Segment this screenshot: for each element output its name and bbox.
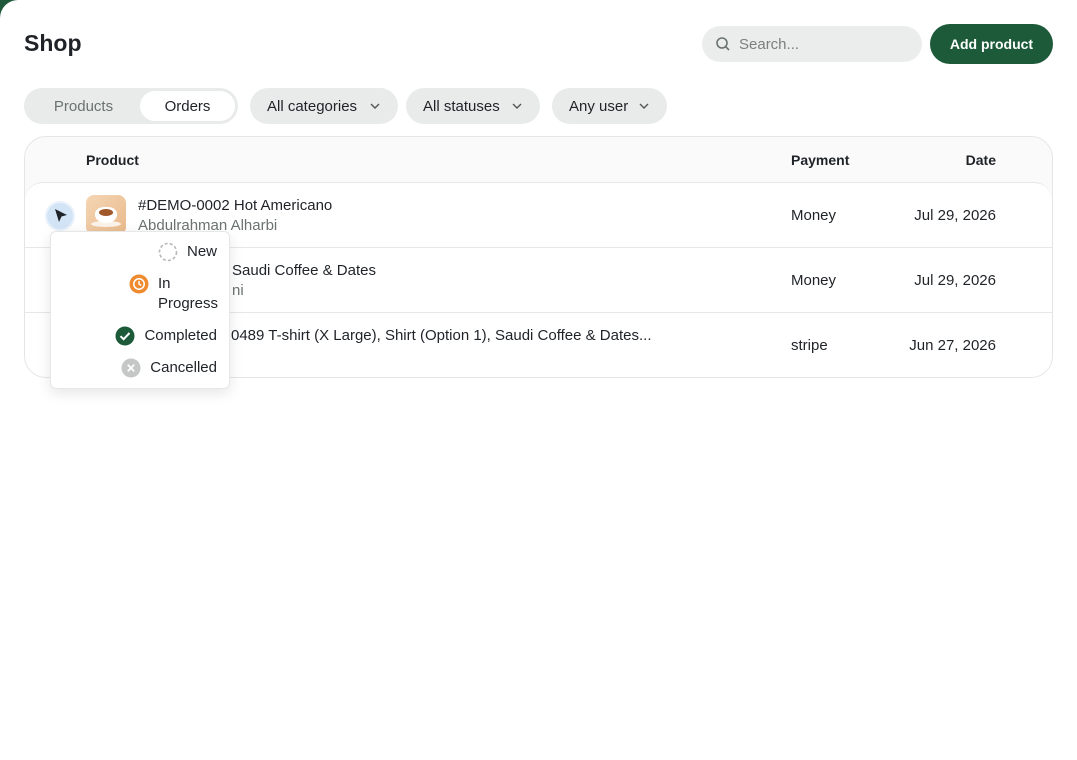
chevron-down-icon	[512, 103, 522, 109]
column-header-payment: Payment	[791, 152, 850, 168]
clock-icon	[129, 274, 149, 294]
product-thumbnail	[86, 195, 126, 235]
status-dropdown: New In Progress Completed Cancelled	[50, 231, 230, 389]
filter-statuses[interactable]: All statuses	[406, 88, 540, 124]
order-date: Jun 27, 2026	[909, 337, 996, 354]
status-option-in-progress[interactable]: In Progress	[129, 274, 218, 314]
search-icon	[716, 37, 730, 51]
order-payment: Money	[791, 207, 837, 224]
order-date: Jul 29, 2026	[914, 207, 996, 224]
tab-products[interactable]: Products	[27, 91, 140, 121]
order-payment: Money	[791, 272, 837, 289]
order-payment: stripe	[791, 337, 828, 354]
table-header: Product Payment Date	[25, 137, 1052, 182]
cursor-icon	[55, 209, 67, 222]
filter-categories[interactable]: All categories	[250, 88, 398, 124]
add-product-button[interactable]: Add product	[930, 24, 1053, 64]
order-title: Saudi Coffee & Dates	[232, 262, 376, 279]
order-date: Jul 29, 2026	[914, 272, 996, 289]
filter-statuses-label: All statuses	[423, 97, 500, 115]
filter-categories-label: All categories	[267, 97, 358, 115]
search-input[interactable]	[739, 35, 909, 53]
column-header-product: Product	[86, 152, 139, 168]
column-header-date: Date	[965, 152, 996, 168]
dashed-circle-icon	[158, 242, 178, 262]
page-title: Shop	[24, 30, 82, 56]
order-title: 0489 T-shirt (X Large), Shirt (Option 1)…	[231, 327, 652, 344]
status-button[interactable]	[47, 203, 73, 229]
window-corner	[0, 0, 18, 18]
order-customer: ni	[232, 282, 244, 299]
x-circle-icon	[121, 358, 141, 378]
status-option-cancelled[interactable]: Cancelled	[121, 358, 217, 378]
filter-user-label: Any user	[569, 97, 629, 115]
chevron-down-icon	[639, 103, 649, 109]
status-option-completed[interactable]: Completed	[115, 326, 217, 346]
check-circle-icon	[115, 326, 135, 346]
chevron-down-icon	[370, 103, 380, 109]
view-tabs: Products Orders	[24, 88, 238, 124]
search-box[interactable]	[702, 26, 922, 62]
status-option-new[interactable]: New	[158, 242, 217, 262]
filter-user[interactable]: Any user	[552, 88, 667, 124]
tab-orders[interactable]: Orders	[140, 91, 235, 121]
order-title: #DEMO-0002 Hot Americano	[138, 197, 333, 214]
